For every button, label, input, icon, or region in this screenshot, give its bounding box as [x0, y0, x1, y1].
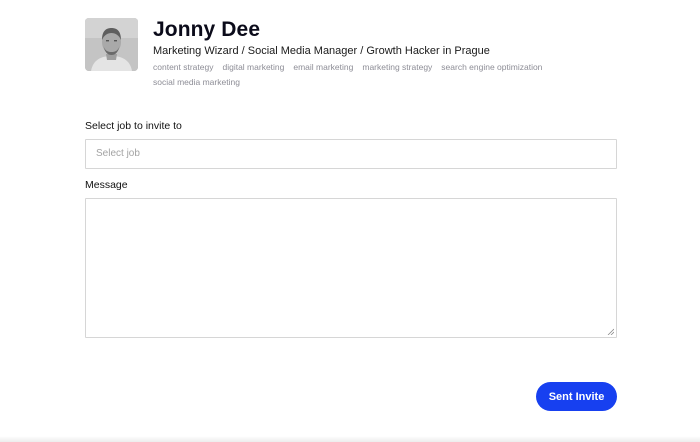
page-bottom-edge [0, 436, 700, 442]
resize-handle-icon[interactable] [607, 328, 614, 335]
skill-tags: content strategy digital marketing email… [153, 61, 553, 88]
skill-tag: marketing strategy [362, 62, 433, 72]
job-select-label: Select job to invite to [85, 120, 182, 132]
message-label: Message [85, 179, 128, 191]
profile-name: Jonny Dee [153, 18, 261, 41]
job-select-placeholder: Select job [96, 148, 140, 159]
invite-page: Jonny Dee Marketing Wizard / Social Medi… [0, 0, 700, 442]
skill-tag: content strategy [153, 62, 214, 72]
avatar [85, 18, 138, 71]
skill-tag: social media marketing [153, 77, 240, 87]
skill-tag: email marketing [293, 62, 354, 72]
job-select[interactable]: Select job [85, 139, 617, 169]
skill-tag: search engine optimization [441, 62, 543, 72]
send-invite-button[interactable]: Sent Invite [536, 382, 617, 411]
message-textarea[interactable] [85, 198, 617, 338]
skill-tag: digital marketing [222, 62, 285, 72]
person-portrait-icon [85, 18, 138, 71]
profile-headline: Marketing Wizard / Social Media Manager … [153, 45, 490, 57]
